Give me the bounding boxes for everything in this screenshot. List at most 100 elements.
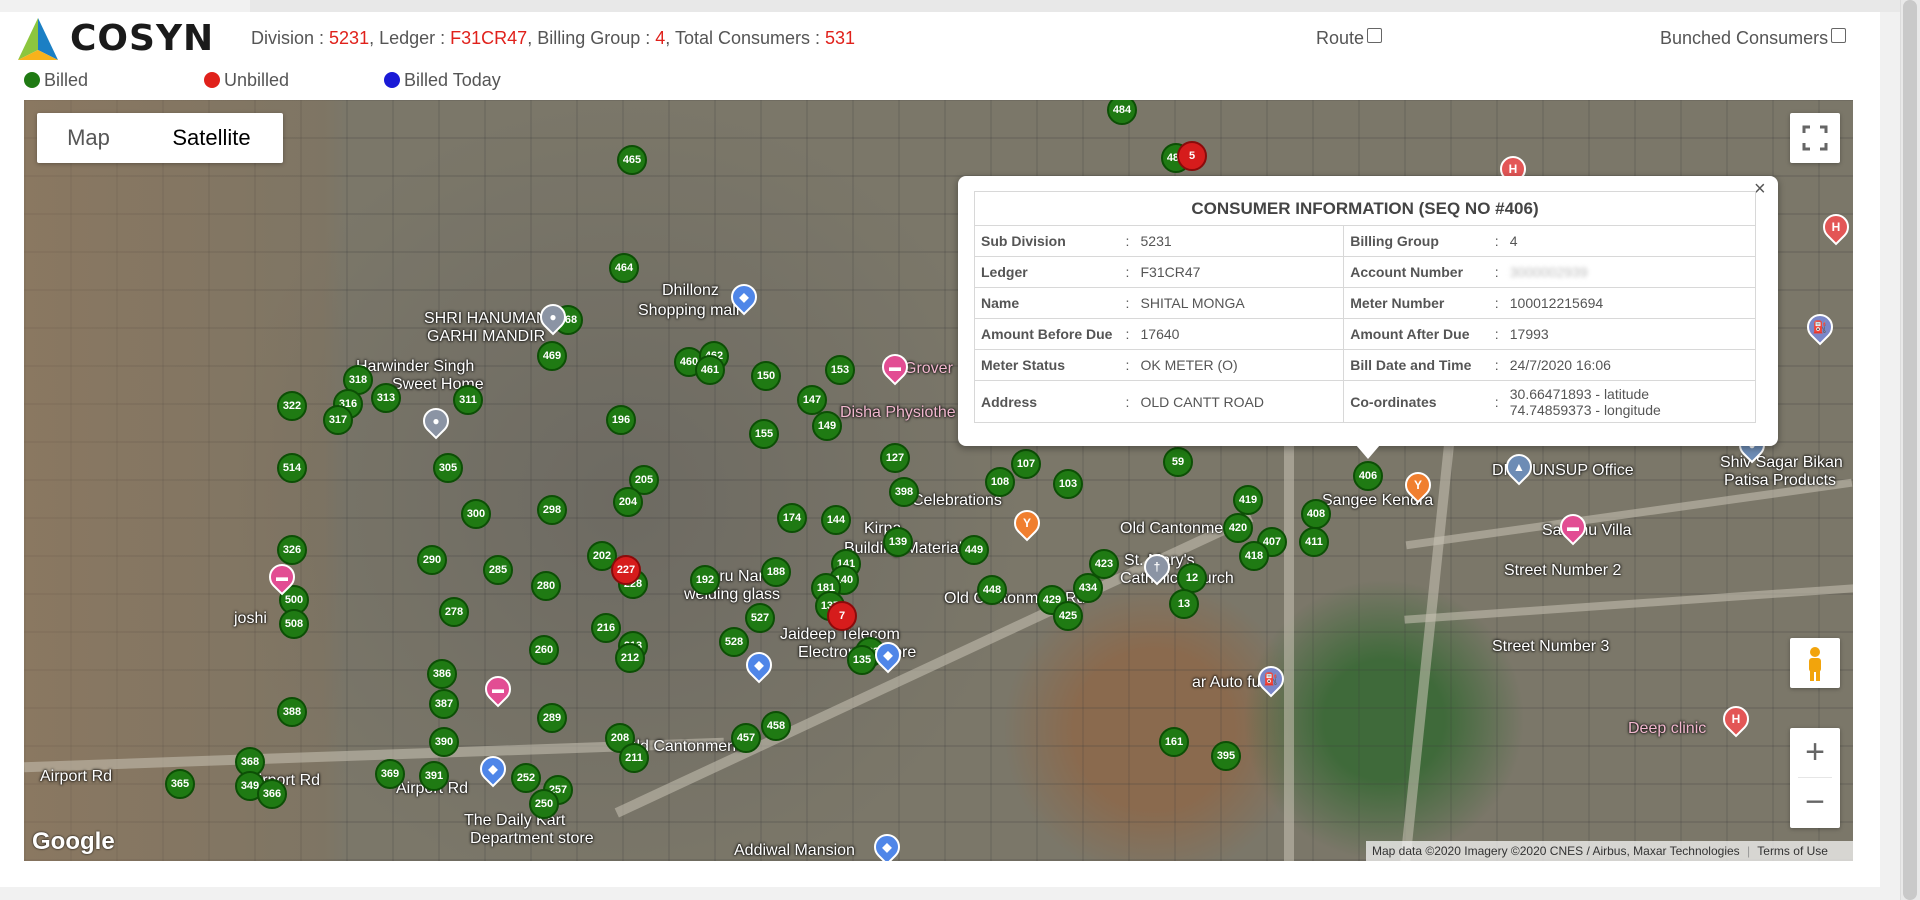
consumer-marker[interactable]: 300 [461, 499, 491, 529]
poi-hotel-icon[interactable]: ▬ [479, 670, 517, 708]
pegman-icon [1809, 647, 1821, 681]
consumer-marker[interactable]: 260 [529, 635, 559, 665]
consumer-marker[interactable]: 465 [617, 145, 647, 175]
map-label: joshi [234, 610, 267, 627]
consumer-marker[interactable]: 419 [1233, 485, 1263, 515]
consumer-marker[interactable]: 127 [880, 443, 910, 473]
consumer-marker[interactable]: 369 [375, 759, 405, 789]
consumer-marker[interactable]: 527 [745, 603, 775, 633]
consumer-marker[interactable]: 196 [606, 405, 636, 435]
consumer-marker[interactable]: 5 [1177, 141, 1207, 171]
info-key: Account Number [1343, 256, 1490, 288]
consumer-marker[interactable]: 418 [1239, 541, 1269, 571]
consumer-marker[interactable]: 103 [1053, 469, 1083, 499]
consumer-marker[interactable]: 484 [1107, 100, 1137, 125]
route-checkbox[interactable] [1367, 28, 1383, 43]
consumer-marker[interactable]: 290 [417, 545, 447, 575]
consumer-marker[interactable]: 298 [537, 495, 567, 525]
consumer-marker[interactable]: 108 [985, 467, 1015, 497]
road [1404, 584, 1853, 624]
consumer-marker[interactable]: 317 [323, 405, 353, 435]
map-type-satellite-button[interactable]: Satellite [140, 113, 283, 163]
consumer-marker[interactable]: 514 [277, 453, 307, 483]
consumer-marker[interactable]: 144 [821, 505, 851, 535]
consumer-marker[interactable]: 425 [1053, 601, 1083, 631]
consumer-marker[interactable]: 135 [847, 645, 877, 675]
consumer-marker[interactable]: 161 [1159, 727, 1189, 757]
consumer-marker[interactable]: 289 [537, 703, 567, 733]
map-type-map-button[interactable]: Map [37, 113, 140, 163]
consumer-marker[interactable]: 285 [483, 555, 513, 585]
poi-shopping-icon[interactable]: ◆ [868, 828, 906, 861]
consumer-marker[interactable]: 192 [690, 565, 720, 595]
consumer-marker[interactable]: 391 [419, 761, 449, 791]
consumer-marker[interactable]: 395 [1211, 741, 1241, 771]
scrollbar-thumb[interactable] [1903, 0, 1917, 900]
consumer-marker[interactable]: 458 [761, 711, 791, 741]
map-label: Harwinder Singh [356, 358, 475, 375]
consumer-marker[interactable]: 411 [1299, 527, 1329, 557]
fullscreen-button[interactable] [1790, 113, 1840, 163]
consumer-marker[interactable]: 461 [695, 355, 725, 385]
consumer-marker[interactable]: 326 [277, 535, 307, 565]
consumer-marker[interactable]: 13 [1169, 589, 1199, 619]
consumer-marker[interactable]: 227 [611, 555, 641, 585]
consumer-marker[interactable]: 155 [749, 419, 779, 449]
poi-restaurant-icon[interactable]: Y [1008, 504, 1046, 542]
consumer-marker[interactable]: 250 [529, 789, 559, 819]
colon: : [1120, 287, 1135, 319]
consumer-marker[interactable]: 212 [615, 643, 645, 673]
consumer-marker[interactable]: 139 [883, 527, 913, 557]
poi-hospital-icon[interactable]: H [1717, 700, 1755, 738]
consumer-marker[interactable]: 280 [531, 571, 561, 601]
poi-place-icon[interactable]: ● [417, 402, 455, 440]
consumer-marker[interactable]: 365 [165, 769, 195, 799]
consumer-marker[interactable]: 448 [977, 575, 1007, 605]
consumer-marker[interactable]: 278 [439, 597, 469, 627]
consumer-marker[interactable]: 149 [812, 411, 842, 441]
consumer-marker[interactable]: 252 [511, 763, 541, 793]
info-value: 100012215694 [1503, 287, 1756, 319]
consumer-marker[interactable]: 388 [277, 697, 307, 727]
poi-fuel-icon[interactable]: ⛽ [1801, 308, 1839, 346]
consumer-marker[interactable]: 457 [731, 723, 761, 753]
poi-hospital-icon[interactable]: H [1817, 208, 1853, 246]
zoom-in-button[interactable]: + [1790, 728, 1840, 778]
consumer-marker[interactable]: 305 [433, 453, 463, 483]
consumer-marker[interactable]: 107 [1011, 449, 1041, 479]
consumer-marker[interactable]: 311 [453, 385, 483, 415]
consumer-marker[interactable]: 449 [959, 535, 989, 565]
consumer-marker[interactable]: 216 [591, 613, 621, 643]
poi-hotel-icon[interactable]: ▬ [876, 348, 914, 386]
consumer-marker[interactable]: 387 [429, 689, 459, 719]
consumer-marker[interactable]: 434 [1073, 573, 1103, 603]
consumer-marker[interactable]: 153 [825, 355, 855, 385]
consumer-marker[interactable]: 211 [619, 743, 649, 773]
bunched-checkbox[interactable] [1831, 28, 1847, 43]
consumer-marker[interactable]: 188 [761, 557, 791, 587]
consumer-marker[interactable]: 464 [609, 253, 639, 283]
consumer-marker[interactable]: 420 [1223, 513, 1253, 543]
consumer-marker[interactable]: 7 [827, 601, 857, 631]
consumer-marker[interactable]: 390 [429, 727, 459, 757]
consumer-marker[interactable]: 150 [751, 361, 781, 391]
consumer-marker[interactable]: 204 [613, 487, 643, 517]
consumer-marker[interactable]: 313 [371, 383, 401, 413]
consumer-marker[interactable]: 386 [427, 659, 457, 689]
consumer-marker[interactable]: 59 [1163, 447, 1193, 477]
consumer-marker[interactable]: 406 [1353, 461, 1383, 491]
consumer-marker[interactable]: 322 [277, 391, 307, 421]
consumer-marker[interactable]: 408 [1301, 499, 1331, 529]
street-view-button[interactable] [1790, 638, 1840, 688]
consumer-marker[interactable]: 174 [777, 503, 807, 533]
consumer-marker[interactable]: 508 [279, 609, 309, 639]
consumer-marker[interactable]: 528 [719, 627, 749, 657]
terms-link[interactable]: Terms of Use [1757, 844, 1828, 858]
bunched-consumers-toggle[interactable]: Bunched Consumers [1660, 28, 1847, 49]
consumer-marker[interactable]: 398 [889, 477, 919, 507]
route-toggle[interactable]: Route [1316, 28, 1383, 49]
zoom-out-button[interactable]: − [1790, 778, 1840, 828]
consumer-marker[interactable]: 469 [537, 341, 567, 371]
poi-shopping-icon[interactable]: ◆ [740, 646, 778, 684]
consumer-marker[interactable]: 366 [257, 779, 287, 809]
